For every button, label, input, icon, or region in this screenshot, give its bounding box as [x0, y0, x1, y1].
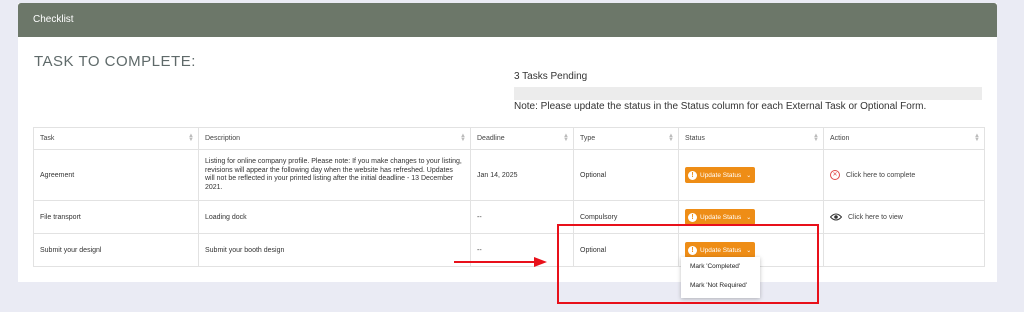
header-action[interactable]: Action ▲ ▼ — [823, 128, 984, 149]
task-table: Task ▲ ▼ Description ▲ ▼ Deadline ▲ ▼ Type ▲ ▼ S… — [33, 127, 985, 267]
table-row: Agreement Listing for online company pro… — [34, 149, 984, 200]
highlight-box — [557, 224, 819, 304]
view-link[interactable]: Click here to view — [830, 213, 903, 221]
sort-icon: ▲ ▼ — [813, 133, 819, 143]
header-label: Task — [40, 135, 55, 142]
action-cell: ✕ Click here to complete — [823, 150, 984, 200]
note-text: Note: Please update the status in the St… — [514, 101, 927, 112]
description-cell: Submit your booth design — [198, 234, 470, 266]
update-status-button[interactable]: ! Update Status ⌄ — [685, 209, 756, 225]
header-task[interactable]: Task ▲ ▼ — [34, 128, 198, 149]
action-label: Click here to view — [848, 213, 903, 221]
action-cell — [823, 234, 984, 266]
update-status-button[interactable]: ! Update Status ⌄ — [685, 167, 756, 183]
header-label: Action — [830, 135, 850, 142]
eye-icon — [830, 213, 842, 221]
sort-icon: ▲ ▼ — [668, 133, 674, 143]
table-header-row: Task ▲ ▼ Description ▲ ▼ Deadline ▲ ▼ Type ▲ ▼ S… — [34, 128, 984, 149]
sort-icon: ▲ ▼ — [460, 133, 466, 143]
sort-icon: ▲ ▼ — [563, 133, 569, 143]
header-deadline[interactable]: Deadline ▲ ▼ — [470, 128, 573, 149]
header-label: Description — [205, 135, 241, 142]
action-cell: Click here to view — [823, 201, 984, 233]
exclamation-icon: ! — [688, 212, 697, 222]
status-label: Update Status — [700, 213, 742, 221]
header-label: Deadline — [477, 135, 505, 142]
page-title: TASK TO COMPLETE: — [34, 53, 196, 70]
type-cell: Optional — [573, 150, 678, 200]
checklist-panel: Checklist TASK TO COMPLETE: 3 Tasks Pend… — [18, 3, 997, 282]
header-label: Status — [685, 135, 705, 142]
red-arrow-annotation — [454, 257, 547, 267]
status-label: Update Status — [700, 171, 742, 179]
chevron-down-icon: ⌄ — [746, 214, 752, 221]
tasks-pending-text: 3 Tasks Pending — [514, 71, 588, 82]
description-text: Listing for online company profile. Plea… — [205, 158, 462, 191]
header-type[interactable]: Type ▲ ▼ — [573, 128, 678, 149]
sort-icon: ▲ ▼ — [974, 133, 980, 143]
panel-header: Checklist — [18, 3, 997, 37]
description-cell: Listing for online company profile. Plea… — [198, 150, 470, 200]
task-cell: Agreement — [40, 171, 75, 179]
task-cell: Submit your designl — [40, 246, 102, 254]
progress-bar — [514, 87, 982, 100]
sort-icon: ▲ ▼ — [188, 133, 194, 143]
status-cell: ! Update Status ⌄ — [678, 150, 823, 200]
table-row: File transport Loading dock -- Compulsor… — [34, 200, 984, 233]
deadline-cell: Jan 14, 2025 — [470, 150, 573, 200]
complete-link[interactable]: ✕ Click here to complete — [830, 170, 915, 180]
action-label: Click here to complete — [846, 171, 916, 179]
x-circle-icon: ✕ — [830, 170, 840, 180]
task-cell: File transport — [40, 213, 81, 221]
header-status[interactable]: Status ▲ ▼ — [678, 128, 823, 149]
description-cell: Loading dock — [198, 201, 470, 233]
header-label: Type — [580, 135, 596, 142]
header-description[interactable]: Description ▲ ▼ — [198, 128, 470, 149]
exclamation-icon: ! — [688, 170, 697, 180]
chevron-down-icon: ⌄ — [746, 172, 752, 179]
